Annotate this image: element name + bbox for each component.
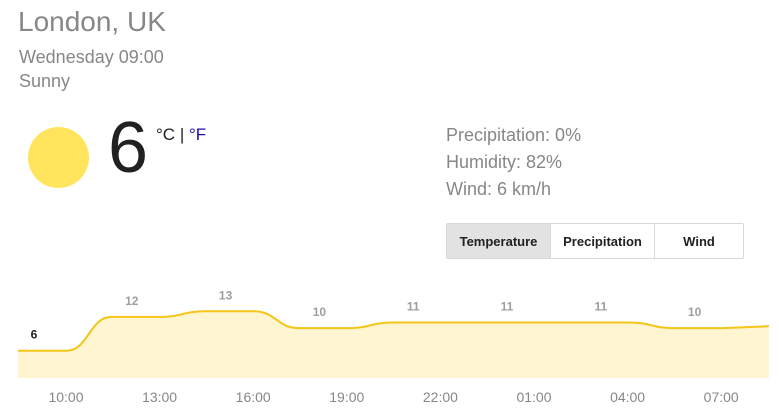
wind-detail: Wind: 6 km/h — [446, 179, 552, 199]
temperature-data-label: 10 — [688, 305, 702, 319]
weather-details: Precipitation: 0% Humidity: 82% Wind: 6 … — [446, 122, 581, 203]
sun-icon — [28, 127, 89, 188]
temperature-data-label: 12 — [125, 294, 139, 308]
tab-temperature[interactable]: Temperature — [447, 224, 551, 258]
tab-precipitation[interactable]: Precipitation — [551, 224, 655, 258]
temperature-data-label: 13 — [219, 288, 233, 302]
temperature-area-fill — [18, 311, 769, 378]
date-time: Wednesday 09:00 — [19, 47, 164, 67]
tab-wind[interactable]: Wind — [655, 224, 743, 258]
unit-switcher: °C | °F — [156, 125, 206, 145]
temperature-data-label: 11 — [407, 300, 420, 314]
temperature-data-label: 6 — [31, 328, 38, 342]
x-tick-label: 01:00 — [516, 389, 551, 405]
x-tick-label: 19:00 — [329, 389, 364, 405]
temperature-data-label: 11 — [501, 300, 514, 314]
x-tick-label: 22:00 — [423, 389, 458, 405]
chart-tabs: Temperature Precipitation Wind — [446, 223, 744, 259]
current-temperature: 6 — [108, 108, 149, 188]
celsius-unit[interactable]: °C — [156, 125, 175, 144]
unit-separator: | — [179, 125, 185, 144]
temperature-chart: 6 12 13 10 11 11 11 10 10:00 13:00 16:00 19:00 22:00… — [18, 288, 770, 405]
location-title: London, UK — [18, 6, 166, 37]
humidity-detail: Humidity: 82% — [446, 152, 563, 172]
x-tick-label: 10:00 — [48, 389, 83, 405]
temperature-data-label: 11 — [594, 300, 607, 314]
precipitation-detail: Precipitation: 0% — [446, 125, 582, 145]
x-tick-label: 04:00 — [610, 389, 645, 405]
weather-condition: Sunny — [19, 71, 71, 91]
fahrenheit-unit[interactable]: °F — [189, 125, 206, 144]
temperature-data-label: 10 — [313, 305, 327, 319]
x-tick-label: 13:00 — [142, 389, 177, 405]
x-tick-label: 07:00 — [704, 389, 739, 405]
x-tick-label: 16:00 — [236, 389, 271, 405]
